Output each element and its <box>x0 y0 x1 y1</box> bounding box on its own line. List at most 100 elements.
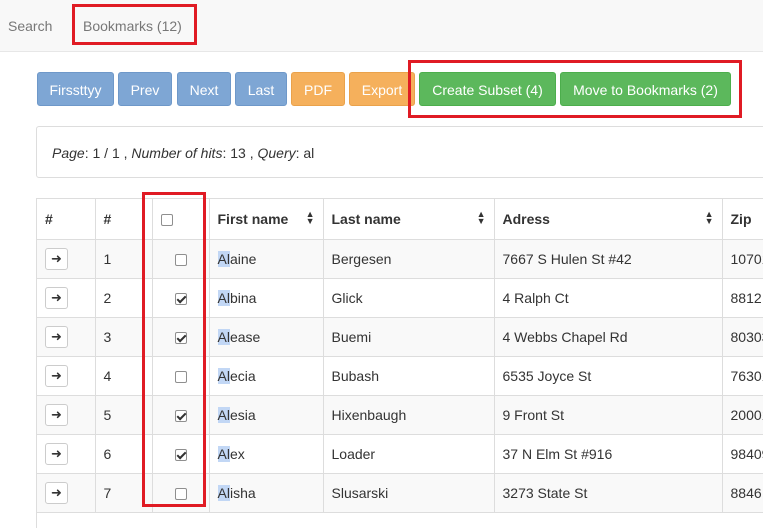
last-button[interactable]: Last <box>235 72 287 106</box>
query-match-highlight: Al <box>217 328 230 345</box>
last-name-cell: Slusarski <box>323 473 495 513</box>
export-button[interactable]: Export <box>349 72 415 106</box>
first-name-rest: esia <box>229 406 256 423</box>
address-cell: 9 Front St <box>494 395 723 435</box>
top-nav: Search Bookmarks (12) <box>0 0 763 52</box>
col-header-first-name[interactable]: First name ▲ ▼ <box>209 199 324 240</box>
first-name-rest: isha <box>229 484 256 501</box>
zip-cell: 8846 <box>722 473 763 513</box>
col-header-last-name[interactable]: Last name ▲ ▼ <box>323 199 495 240</box>
tab-search[interactable]: Search <box>8 18 52 34</box>
address-cell: 6535 Joyce St <box>494 356 723 396</box>
info-panel: Page: 1 / 1 , Number of hits: 13 , Query… <box>36 126 763 178</box>
open-cell: ➜ <box>37 317 96 357</box>
row-checkbox[interactable] <box>174 487 187 500</box>
zip-cell: 76301 <box>722 356 763 396</box>
pdf-button[interactable]: PDF <box>291 72 345 106</box>
first-name-rest: ecia <box>229 367 256 384</box>
prev-button[interactable]: Prev <box>118 72 172 106</box>
arrow-right-icon[interactable]: ➜ <box>45 442 68 465</box>
row-number: 5 <box>95 395 153 435</box>
query-value: al <box>303 145 315 161</box>
row-checkbox[interactable] <box>174 409 187 422</box>
row-number: 7 <box>95 473 153 513</box>
address-cell: 4 Webbs Chapel Rd <box>494 317 723 357</box>
row-checkbox[interactable] <box>174 331 187 344</box>
open-cell: ➜ <box>37 395 96 435</box>
query-match-highlight: Al <box>217 367 230 384</box>
zip-cell: 20001 <box>722 395 763 435</box>
last-name-cell: Bubash <box>323 356 495 396</box>
arrow-right-icon[interactable]: ➜ <box>45 286 68 309</box>
arrow-right-icon[interactable]: ➜ <box>45 403 68 426</box>
col-header-open: # <box>37 199 96 240</box>
tab-bookmarks[interactable]: Bookmarks (12) <box>83 18 182 34</box>
select-cell <box>152 434 210 474</box>
sort-icon: ▲ ▼ <box>305 209 315 226</box>
zip-cell: 8812 <box>722 278 763 318</box>
row-checkbox[interactable] <box>174 448 187 461</box>
sort-icon: ▲ ▼ <box>704 209 714 226</box>
row-checkbox[interactable] <box>174 370 187 383</box>
arrow-right-icon[interactable]: ➜ <box>45 325 68 348</box>
table-row: ➜ 5 AlesiaHixenbaugh9 Front St20001 <box>37 395 763 435</box>
col-header-zip[interactable]: Zip <box>722 199 763 240</box>
select-cell <box>152 239 210 279</box>
page-label: Page <box>52 145 85 161</box>
query-match-highlight: Al <box>217 445 230 462</box>
row-checkbox[interactable] <box>174 253 187 266</box>
select-cell <box>152 356 210 396</box>
info-text: Page: 1 / 1 , Number of hits: 13 , Query… <box>52 145 315 161</box>
hits-value: 13 <box>230 145 246 161</box>
table-row: ➜ 7 Alisha Slusarski 3273 State St 8846 <box>37 473 763 513</box>
open-cell: ➜ <box>37 434 96 474</box>
last-name-cell: Hixenbaugh <box>323 395 495 435</box>
next-button[interactable]: Next <box>177 72 231 106</box>
first-name-header-label: First name <box>217 210 289 227</box>
first-name-rest: ex <box>229 445 245 462</box>
table-row: ➜3AleaseBuemi4 Webbs Chapel Rd80303 <box>37 317 763 357</box>
last-name-header-label: Last name <box>331 210 401 227</box>
row-number: 4 <box>95 356 153 396</box>
arrow-right-icon[interactable]: ➜ <box>45 364 68 387</box>
first-name-rest: bina <box>229 289 257 306</box>
select-cell <box>152 317 210 357</box>
query-match-highlight: Al <box>217 250 230 267</box>
last-name-cell: Loader <box>323 434 495 474</box>
create-subset-button[interactable]: Create Subset (4) <box>419 72 556 106</box>
select-all-checkbox[interactable] <box>160 214 173 227</box>
select-cell <box>152 473 210 513</box>
col-header-address[interactable]: Adress ▲ ▼ <box>494 199 723 240</box>
open-cell: ➜ <box>37 239 96 279</box>
first-name-cell: Alex <box>209 434 324 474</box>
first-button[interactable]: Firssttyy <box>37 72 114 106</box>
first-name-cell: Albina <box>209 278 324 318</box>
query-label: Query <box>257 145 296 161</box>
open-cell: ➜ <box>37 473 96 513</box>
table-header-row: # # First name ▲ ▼ Last name ▲ ▼ Adress ▲ ▼ <box>37 199 763 240</box>
open-cell: ➜ <box>37 278 96 318</box>
open-cell: ➜ <box>37 356 96 396</box>
zip-cell: 80303 <box>722 317 763 357</box>
zip-cell: 10701 <box>722 239 763 279</box>
address-cell: 7667 S Hulen St #42 <box>494 239 723 279</box>
arrow-right-icon[interactable]: ➜ <box>45 481 68 504</box>
table-row: ➜1AlaineBergesen7667 S Hulen St #4210701 <box>37 239 763 279</box>
row-number: 3 <box>95 317 153 357</box>
zip-cell: 98409 <box>722 434 763 474</box>
first-name-cell: Alesia <box>209 395 324 435</box>
col-header-index: # <box>95 199 153 240</box>
col-header-select <box>152 199 210 240</box>
address-cell: 37 N Elm St #916 <box>494 434 723 474</box>
arrow-right-icon[interactable]: ➜ <box>45 247 68 270</box>
last-name-cell: Buemi <box>323 317 495 357</box>
select-cell <box>152 395 210 435</box>
results-table: # # First name ▲ ▼ Last name ▲ ▼ Adress ▲ ▼ <box>36 198 763 528</box>
address-cell: 4 Ralph Ct <box>494 278 723 318</box>
first-name-rest: aine <box>229 250 257 267</box>
row-checkbox[interactable] <box>174 292 187 305</box>
move-to-bookmarks-button[interactable]: Move to Bookmarks (2) <box>560 72 731 106</box>
page-value: 1 / 1 <box>92 145 120 161</box>
query-match-highlight: Al <box>217 484 230 501</box>
sort-icon: ▲ ▼ <box>476 209 486 226</box>
